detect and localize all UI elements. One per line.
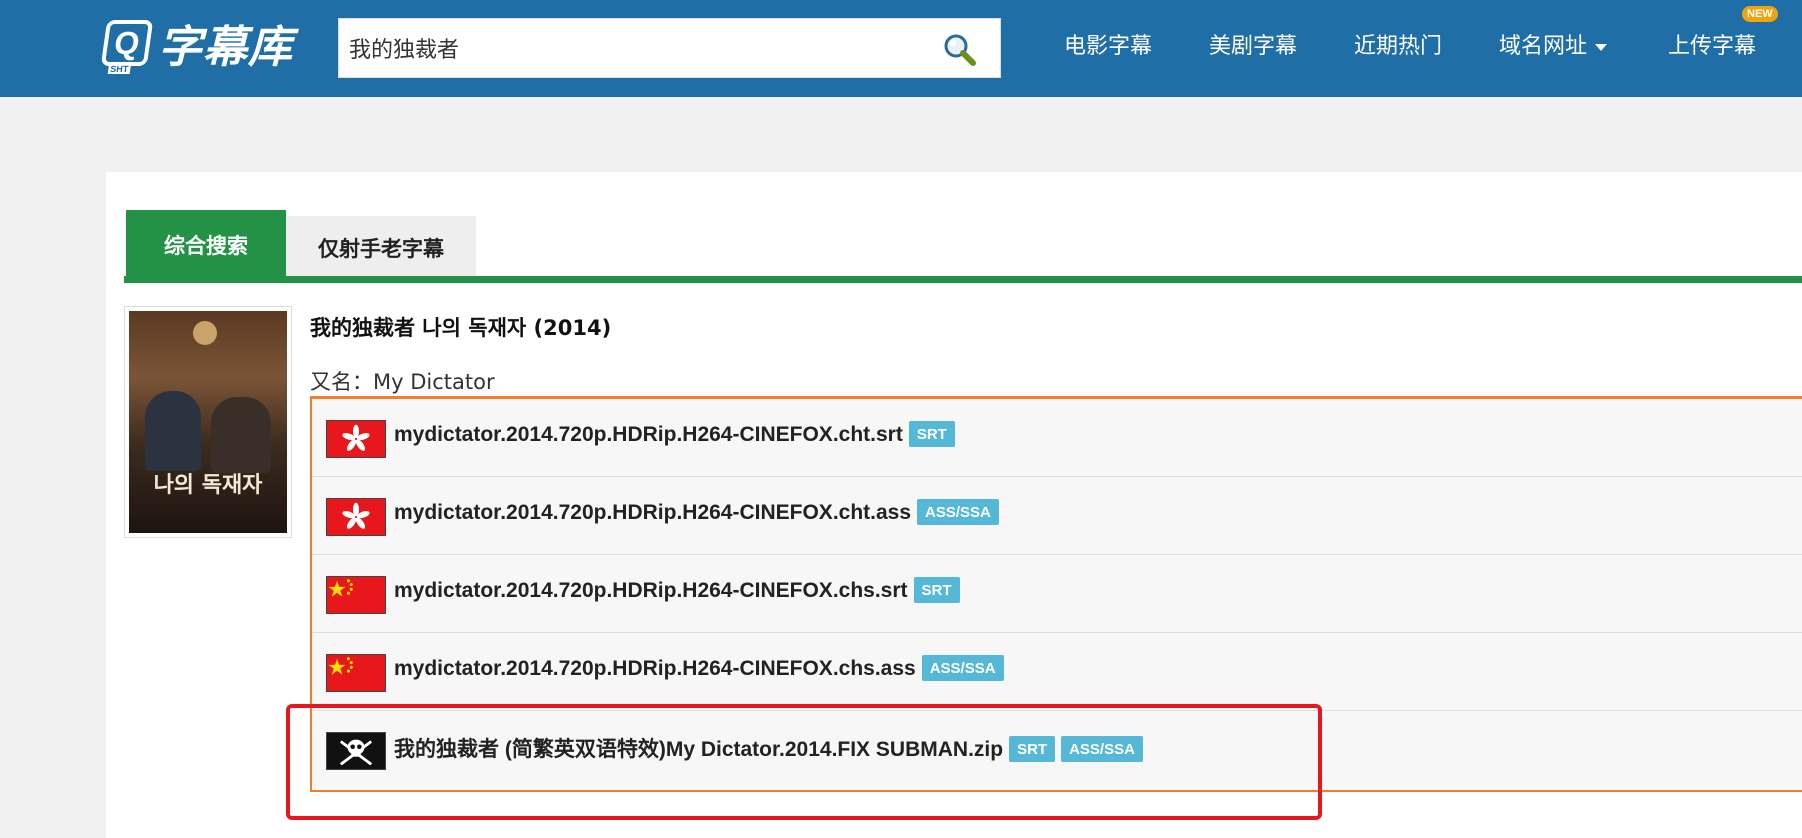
search-box xyxy=(338,18,1001,78)
logo-icon-sub: SHT xyxy=(107,64,131,74)
highlight-box xyxy=(286,704,1322,820)
search-button[interactable] xyxy=(940,31,980,67)
file-name: mydictator.2014.720p.HDRip.H264-CINEFOX.… xyxy=(394,657,916,680)
poster-clock xyxy=(193,321,217,345)
nav-upload-subtitles[interactable]: 上传字幕 xyxy=(1668,28,1756,64)
movie-poster[interactable]: 나의 독재자 xyxy=(124,306,292,538)
file-row[interactable]: mydictator.2014.720p.HDRip.H264-CINEFOX.… xyxy=(312,555,1802,633)
format-badge: ASS/SSA xyxy=(917,499,999,525)
format-badge: ASS/SSA xyxy=(921,655,1004,681)
tab-general-search[interactable]: 综合搜索 xyxy=(126,210,286,280)
china-flag-icon xyxy=(326,576,386,614)
tab-shooter-old-subtitles[interactable]: 仅射手老字幕 xyxy=(286,216,476,280)
file-row[interactable]: mydictator.2014.720p.HDRip.H264-CINEFOX.… xyxy=(312,633,1802,711)
nav-movie-subtitles[interactable]: 电影字幕 xyxy=(1064,28,1152,64)
magnifier-icon xyxy=(944,34,976,66)
file-row[interactable]: mydictator.2014.720p.HDRip.H264-CINEFOX.… xyxy=(312,399,1802,477)
file-name-link[interactable]: mydictator.2014.720p.HDRip.H264-CINEFOX.… xyxy=(394,421,955,447)
file-row[interactable]: mydictator.2014.720p.HDRip.H264-CINEFOX.… xyxy=(312,477,1802,555)
nav-domains-label: 域名网址 xyxy=(1499,34,1588,59)
file-name: mydictator.2014.720p.HDRip.H264-CINEFOX.… xyxy=(394,501,912,524)
logo-text: 字幕库 xyxy=(158,22,293,73)
new-badge: NEW xyxy=(1742,6,1778,22)
hong-kong-flag-icon xyxy=(326,420,386,458)
file-name: mydictator.2014.720p.HDRip.H264-CINEFOX.… xyxy=(394,579,908,602)
poster-figure-left xyxy=(145,391,201,471)
poster-image: 나의 독재자 xyxy=(129,311,287,533)
hong-kong-flag-icon xyxy=(326,498,386,536)
site-logo[interactable]: Q SHT 字幕库 xyxy=(100,8,294,78)
search-input[interactable] xyxy=(349,19,929,77)
logo-icon-letter: Q xyxy=(112,25,142,61)
format-badge: SRT xyxy=(913,577,960,603)
file-name-link[interactable]: mydictator.2014.720p.HDRip.H264-CINEFOX.… xyxy=(394,655,1004,681)
nav-domains-dropdown[interactable]: 域名网址 xyxy=(1499,28,1608,64)
nav-tv-subtitles[interactable]: 美剧字幕 xyxy=(1209,28,1297,64)
top-navigation-bar: Q SHT 字幕库 电影字幕 美剧字幕 近期热门 域名网址 上传字幕 NEW xyxy=(0,0,1802,97)
china-flag-icon xyxy=(326,654,386,692)
nav-recent-hot[interactable]: 近期热门 xyxy=(1354,28,1442,64)
movie-title[interactable]: 我的独裁者 나의 독재자 (2014) xyxy=(310,312,611,342)
file-name: mydictator.2014.720p.HDRip.H264-CINEFOX.… xyxy=(394,423,903,446)
movie-alias: 又名：My Dictator xyxy=(310,370,495,394)
tab-underline xyxy=(124,276,1802,283)
poster-figure-right xyxy=(211,397,271,473)
file-name-link[interactable]: mydictator.2014.720p.HDRip.H264-CINEFOX.… xyxy=(394,499,999,525)
poster-title: 나의 독재자 xyxy=(153,473,263,498)
caret-down-icon xyxy=(1595,43,1608,51)
logo-icon: Q SHT xyxy=(100,20,154,74)
format-badge: SRT xyxy=(908,421,955,447)
file-name-link[interactable]: mydictator.2014.720p.HDRip.H264-CINEFOX.… xyxy=(394,577,960,603)
